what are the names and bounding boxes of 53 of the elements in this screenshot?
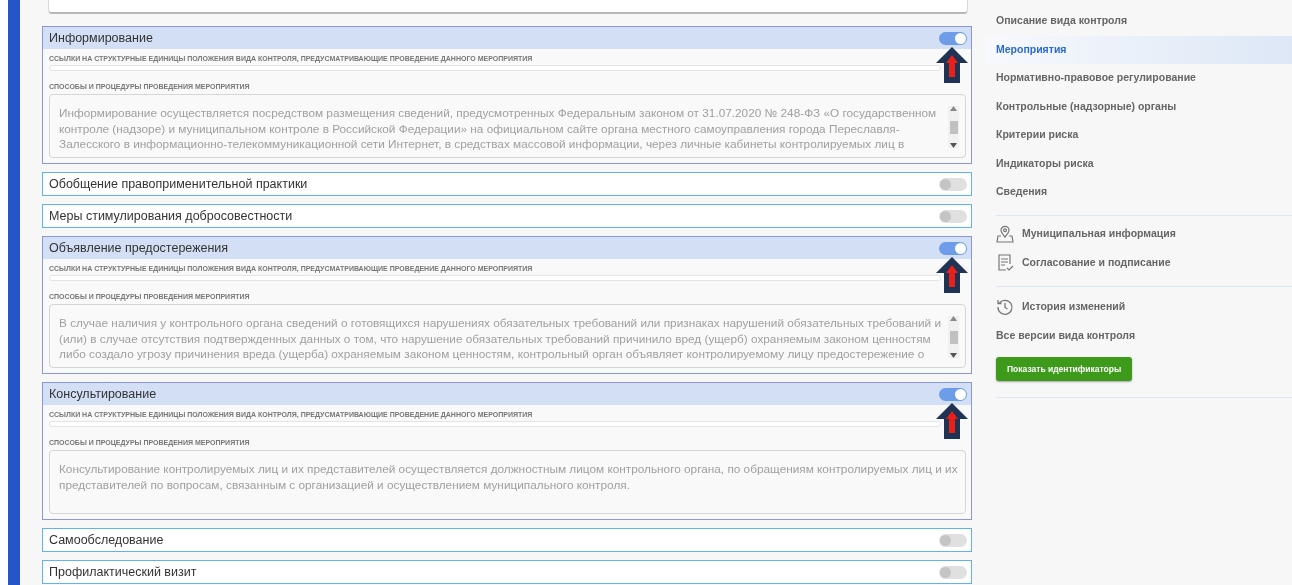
sidebar-item[interactable]: Индикаторы риска <box>985 149 1292 178</box>
textarea-line: (или) в случае отсутствия подтвержденных данных о том, что нарушение обязательных требований причинило вред (ущерб) охраняемым законом ценностям <box>59 331 932 347</box>
map-pin-icon <box>996 225 1014 243</box>
sidebar-link[interactable]: История изменений <box>985 292 1292 322</box>
sidebar-item[interactable]: Критерии риска <box>985 121 1292 150</box>
textarea-line: либо создало угрозу причинения вреда (ущерба) охраняемым законом ценностям, контрольный орган объявляет контролируемому лицу предостережение о <box>59 347 926 363</box>
scroll-down-icon[interactable] <box>950 353 957 358</box>
textarea-line: контроле (надзоре) и муниципальном контроле в Российской Федерации» на официальном сайте органа местного самоуправления города Переславля- <box>59 121 901 137</box>
sidebar-link[interactable]: Муниципальная информация <box>985 219 1292 249</box>
activity-title: Консультирование <box>49 385 157 403</box>
scrollbar[interactable] <box>948 316 959 358</box>
history-icon <box>996 298 1014 316</box>
link-label: Согласование и подписание <box>1022 255 1171 271</box>
scroll-up-icon[interactable] <box>950 106 957 111</box>
scrollbar[interactable] <box>948 106 959 148</box>
toggle-switch[interactable] <box>939 387 967 401</box>
toggle-switch[interactable] <box>939 533 967 547</box>
toggle-switch[interactable] <box>939 177 967 191</box>
link-label: Муниципальная информация <box>1022 226 1176 242</box>
textarea-line: Консультирование контролируемых лиц и их представителей осуществляется должностным лицом контрольного органа, по обращениям контролируемых лиц и их <box>59 462 959 478</box>
activity-title: Самообследование <box>49 531 164 549</box>
textarea-line: представителей по вопросам, связанным с организацией и осуществлением муниципального контроля. <box>59 477 631 493</box>
show-ids-button[interactable]: Показать идентификаторы <box>996 356 1133 382</box>
textarea-line: В случае наличия у контрольного органа сведений о готовящихся нарушениях обязательных требований или признаках нарушений обязательных требований и <box>59 316 940 332</box>
versions-link[interactable]: Все версии вида контроля <box>985 321 1292 351</box>
scroll-up-icon[interactable] <box>950 316 957 321</box>
toggle-switch[interactable] <box>939 209 967 223</box>
text-field[interactable] <box>48 0 968 14</box>
link-label: История изменений <box>1022 299 1126 315</box>
scroll-down-icon[interactable] <box>950 143 957 148</box>
sidebar-item[interactable]: Описание вида контроля <box>985 7 1292 36</box>
sidebar-link[interactable]: Согласование и подписание <box>985 248 1292 278</box>
textarea-line: Залесского в информационно-телекоммуникационной сети Интернет, в средствах массовой информации, через личные кабинеты контролируемых лиц в <box>59 137 906 153</box>
activity-title: Меры стимулирования добросовестности <box>49 207 293 225</box>
sidebar-item[interactable]: Мероприятия <box>985 35 1292 64</box>
textarea-line: Информирование осуществляется посредством размещения сведений, предусмотренных Федеральным законом от 31.07.2020 № 248-ФЗ «О государственном <box>59 106 938 122</box>
toggle-switch[interactable] <box>939 241 967 255</box>
methods-textarea[interactable] <box>49 450 966 514</box>
references-field[interactable] <box>49 421 941 427</box>
sidebar-item[interactable]: Контрольные (надзорные) органы <box>985 92 1292 121</box>
scroll-thumb[interactable] <box>949 330 958 344</box>
document-check-icon <box>996 254 1014 272</box>
activity-title: Профилактический визит <box>49 563 197 581</box>
toggle-switch[interactable] <box>939 565 967 579</box>
sidebar-item[interactable]: Нормативно-правовое регулирование <box>985 64 1292 93</box>
activity-title: Информирование <box>49 29 153 47</box>
activity-title: Объявление предостережения <box>49 239 229 257</box>
toggle-switch[interactable] <box>939 31 967 45</box>
references-field[interactable] <box>49 275 941 281</box>
sidebar-item[interactable]: Сведения <box>985 178 1292 207</box>
scroll-thumb[interactable] <box>949 120 958 134</box>
references-field[interactable] <box>49 65 941 71</box>
activity-title: Обобщение правоприменительной практики <box>49 175 308 193</box>
